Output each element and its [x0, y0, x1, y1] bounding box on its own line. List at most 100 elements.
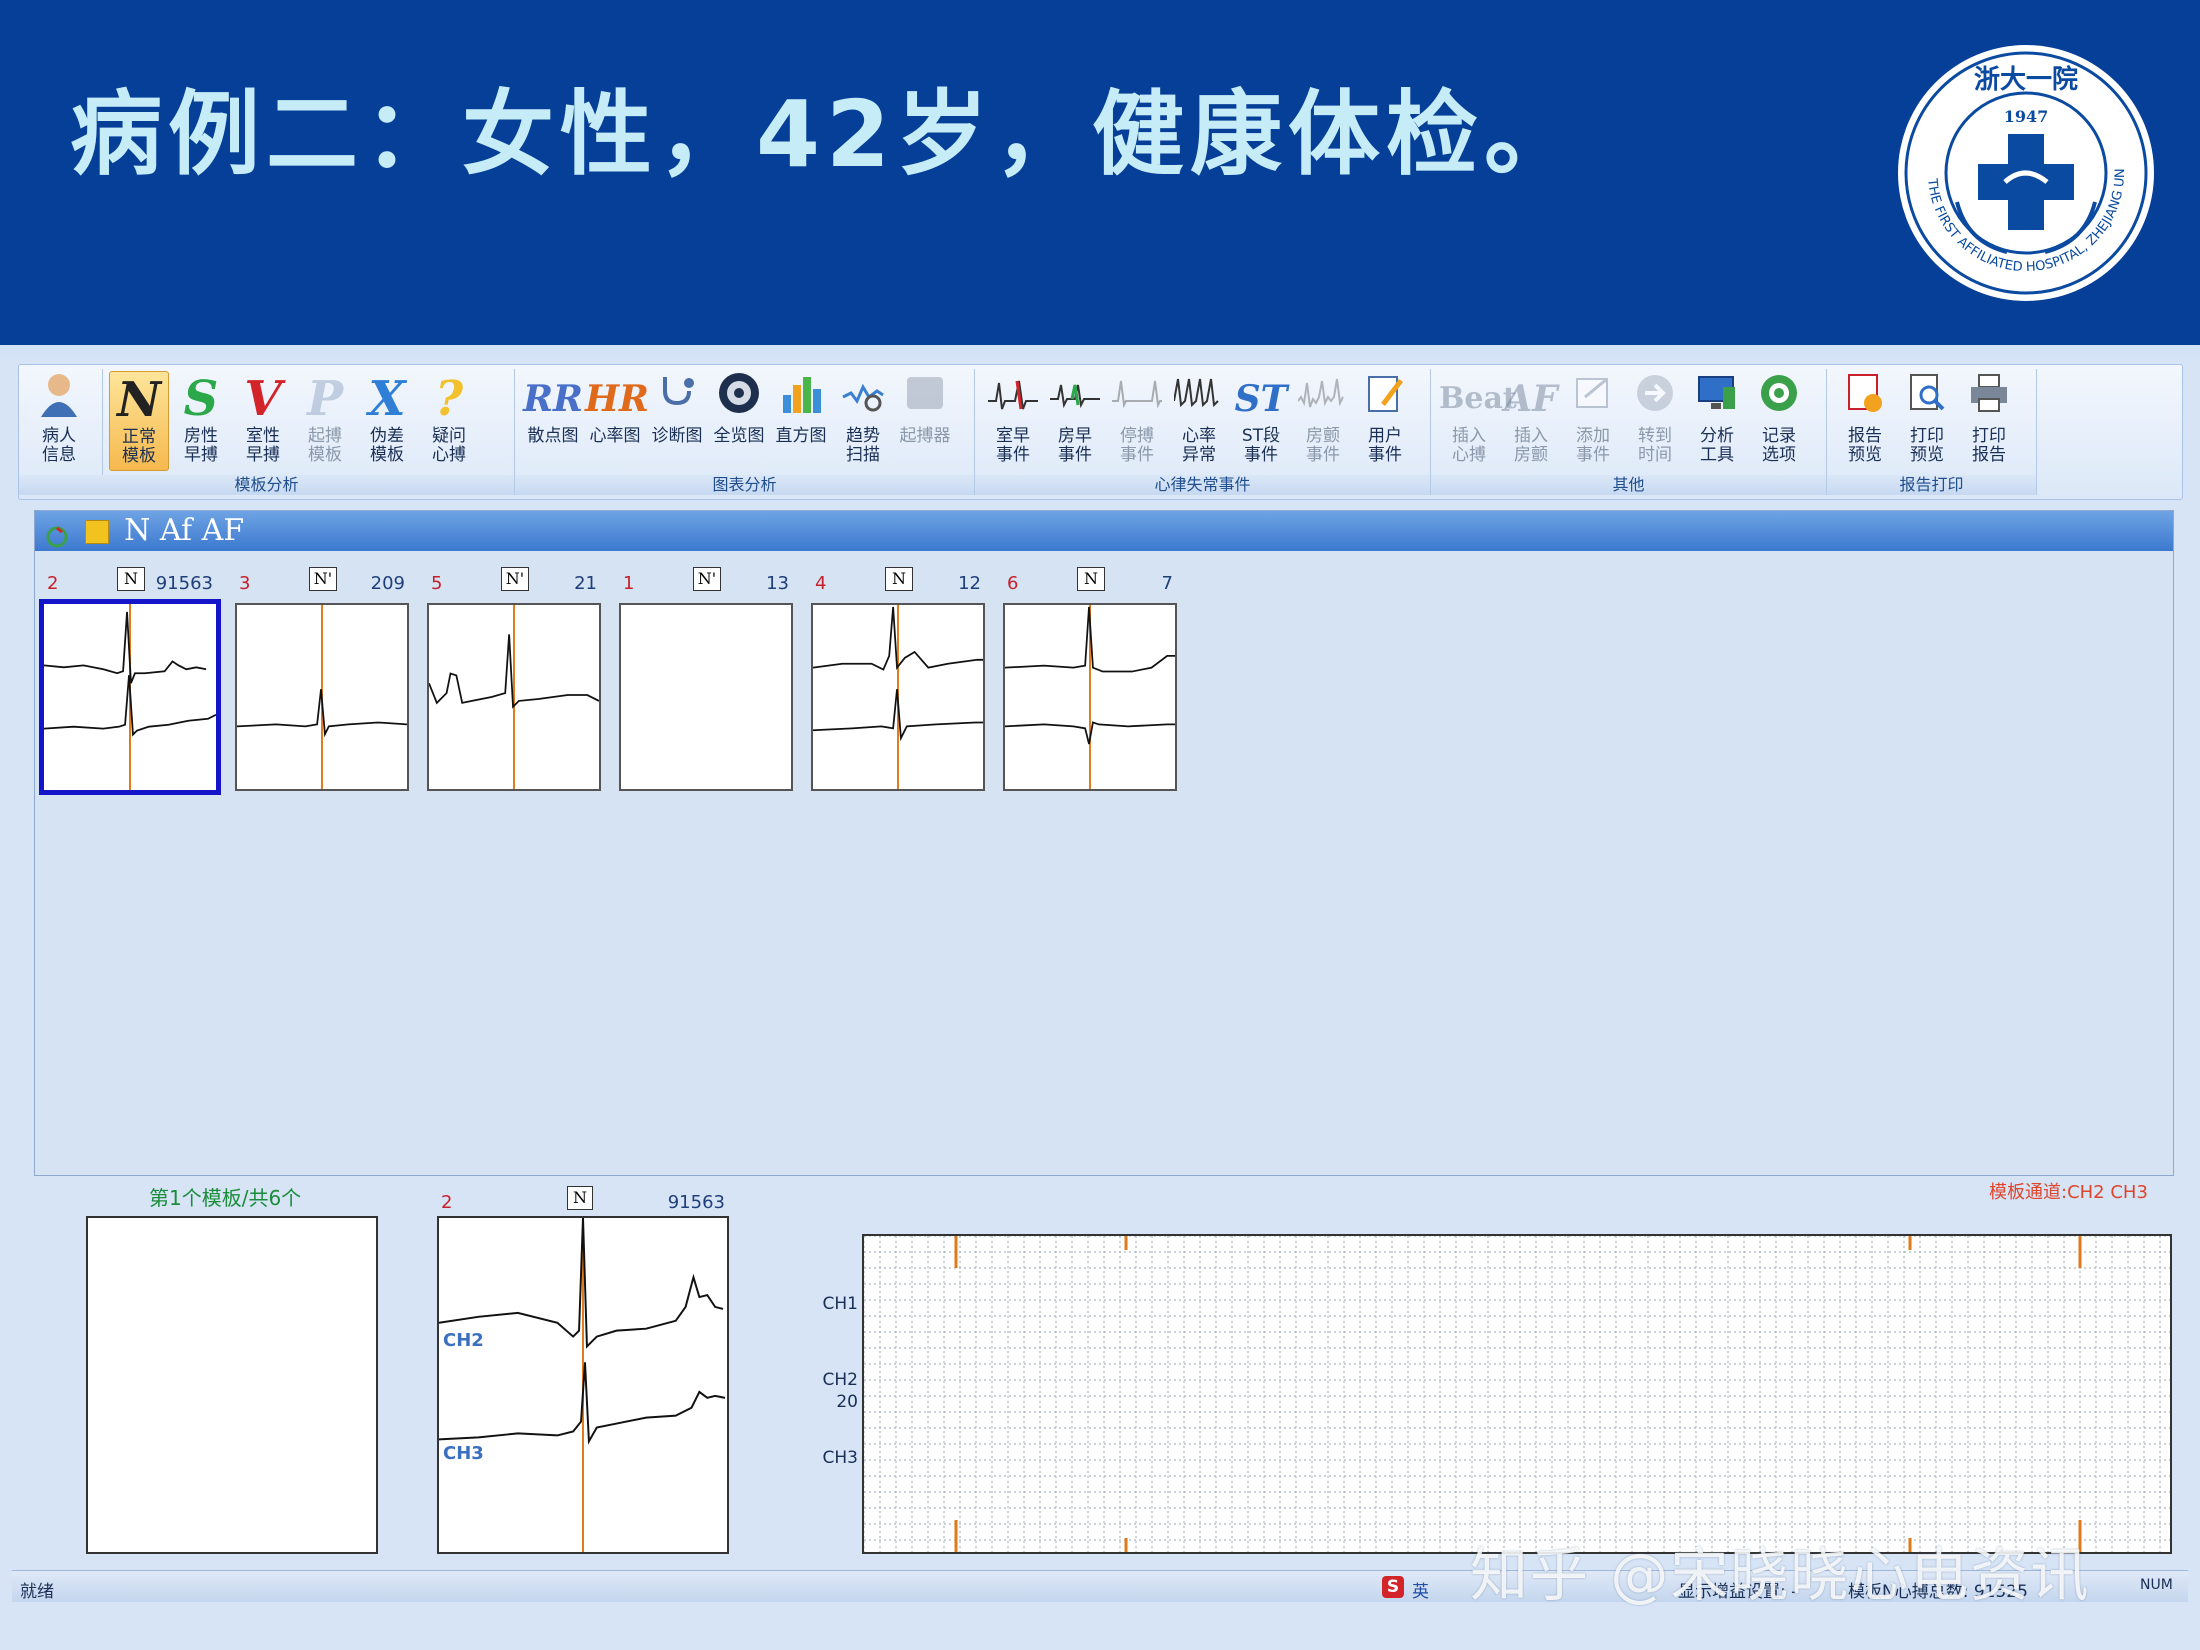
print-preview-button[interactable]: 打印 预览 — [1897, 371, 1957, 471]
template-thumb-1[interactable]: 2 N 91563 — [39, 563, 221, 795]
af-glyph-icon: AF — [1504, 378, 1558, 420]
template-channel-selector[interactable]: 模板通道:CH2 CH3 — [1989, 1178, 2148, 1204]
pause-event-button[interactable]: 停搏 事件 — [1107, 371, 1167, 471]
af-event-button[interactable]: 房颤 事件 — [1293, 371, 1353, 471]
ventricular-event-button[interactable]: 室早 事件 — [983, 371, 1043, 471]
ribbon-toolbar: 病人 信息 N 正常 模板 S 房性 早搏 V 室性 早搏 P 起搏 模板 X — [18, 364, 2183, 500]
analysis-tools-label: 分析 工具 — [1700, 426, 1734, 465]
record-options-label: 记录 选项 — [1762, 426, 1796, 465]
question-glyph-icon: ? — [434, 371, 464, 427]
normal-template-label: 正常 模板 — [122, 427, 156, 466]
template-detail[interactable]: 2 N 91563 CH2 CH3 — [437, 1186, 729, 1556]
histogram-button[interactable]: 直方图 — [771, 371, 831, 471]
questionable-beat-label: 疑问 心搏 — [432, 426, 466, 465]
template-thumb-2[interactable]: 3 N' 209 — [235, 563, 409, 791]
grid-icon[interactable] — [84, 520, 109, 544]
patient-info-label: 病人 信息 — [42, 426, 76, 465]
add-event-button[interactable]: 添加 事件 — [1563, 371, 1623, 471]
slide-header: 病例二：女性，42岁，健康体检。 THE FIRST AFFILIATED HO… — [0, 0, 2200, 345]
diagnosis-chart-button[interactable]: 诊断图 — [647, 371, 707, 471]
template-index: 4 — [815, 573, 827, 594]
template-thumb-3[interactable]: 5 N' 21 — [427, 563, 601, 791]
ventricular-event-label: 室早 事件 — [996, 426, 1030, 465]
st-event-button[interactable]: ST ST段 事件 — [1231, 371, 1291, 471]
st-glyph-icon: ST — [1234, 378, 1288, 420]
st-event-label: ST段 事件 — [1241, 426, 1281, 465]
ventricular-premature-button[interactable]: V 室性 早搏 — [233, 371, 293, 471]
template-index: 3 — [239, 573, 251, 594]
detail-count: 91563 — [667, 1192, 725, 1213]
pacemaker-label: 起搏器 — [899, 426, 951, 446]
print-report-label: 打印 报告 — [1972, 426, 2006, 465]
arrow-right-icon — [1625, 371, 1685, 427]
detail-label: N — [567, 1186, 593, 1210]
s-glyph-icon: S — [183, 371, 219, 427]
hospital-logo: THE FIRST AFFILIATED HOSPITAL, ZHEJIANG … — [1895, 42, 2154, 301]
ecg-grid[interactable] — [862, 1234, 2172, 1554]
pacing-template-button[interactable]: P 起搏 模板 — [295, 371, 355, 471]
detail-index: 2 — [441, 1192, 453, 1213]
scatter-plot-label: 散点图 — [527, 426, 579, 446]
atrial-wave-icon — [1045, 371, 1105, 427]
report-preview-button[interactable]: 报告 预览 — [1835, 371, 1895, 471]
template-waveform — [39, 599, 221, 795]
questionable-beat-button[interactable]: ? 疑问 心搏 — [419, 371, 479, 471]
slide-title: 病例二：女性，42岁，健康体检。 — [70, 81, 1583, 188]
ecg-strip: CH1 CH2 20 CH3 — [810, 1234, 2172, 1554]
atrial-event-button[interactable]: 房早 事件 — [1045, 371, 1105, 471]
group-template-analysis: N 正常 模板 S 房性 早搏 V 室性 早搏 P 起搏 模板 X 伪差 模板 … — [19, 369, 515, 495]
add-event-icon — [1563, 371, 1623, 427]
template-index: 2 — [47, 573, 59, 594]
print-report-button[interactable]: 打印 报告 — [1959, 371, 2019, 471]
group-other: Beat 插入 心搏 AF 插入 房颤 添加 事件 转到 时间 分析 工具 记录… — [1431, 369, 1827, 495]
trend-icon — [833, 371, 893, 427]
rr-glyph-icon: RR — [523, 378, 583, 420]
trend-scan-button[interactable]: 趋势 扫描 — [833, 371, 893, 471]
template-thumb-4[interactable]: 1 N' 13 — [619, 563, 793, 791]
scatter-plot-button[interactable]: RR 散点图 — [523, 371, 583, 471]
template-thumb-6[interactable]: 6 N 7 — [1003, 563, 1177, 791]
refresh-icon[interactable] — [45, 520, 69, 548]
ventricular-premature-label: 室性 早搏 — [246, 426, 280, 465]
overview-chart-button[interactable]: 全览图 — [709, 371, 769, 471]
status-ready: 就绪 — [20, 1582, 54, 1602]
normal-template-button[interactable]: N 正常 模板 — [109, 371, 169, 471]
template-waveform — [811, 603, 985, 791]
record-options-button[interactable]: 记录 选项 — [1749, 371, 1809, 471]
histogram-icon — [771, 371, 831, 427]
template-thumb-5[interactable]: 4 N 12 — [811, 563, 985, 791]
group-arrhythmia-events: 室早 事件 房早 事件 停搏 事件 心率 异常 ST ST段 事件 房颤 事件 — [975, 369, 1431, 495]
heart-rate-chart-button[interactable]: HR 心率图 — [585, 371, 649, 471]
pacemaker-icon — [895, 371, 955, 427]
detail-channel-a: CH2 — [443, 1330, 484, 1351]
template-waveform-empty — [619, 603, 793, 791]
svg-text:浙大一院: 浙大一院 — [1974, 64, 2078, 95]
template-index: 1 — [623, 573, 635, 594]
pause-event-label: 停搏 事件 — [1120, 426, 1154, 465]
pacemaker-button[interactable]: 起搏器 — [895, 371, 955, 471]
p-glyph-icon: P — [306, 371, 344, 427]
group-label-chart: 图表分析 — [515, 475, 974, 495]
patient-info-button[interactable]: 病人 信息 — [29, 371, 89, 471]
goto-time-button[interactable]: 转到 时间 — [1625, 371, 1685, 471]
ventricular-wave-icon — [983, 371, 1043, 427]
insert-beat-button[interactable]: Beat 插入 心搏 — [1439, 371, 1517, 471]
insert-af-button[interactable]: AF 插入 房颤 — [1501, 371, 1561, 471]
af-event-label: 房颤 事件 — [1306, 426, 1340, 465]
atrial-premature-button[interactable]: S 房性 早搏 — [171, 371, 231, 471]
user-event-button[interactable]: 用户 事件 — [1355, 371, 1415, 471]
group-label-report: 报告打印 — [1827, 475, 2036, 495]
group-report-print: 报告 预览 打印 预览 打印 报告 报告打印 — [1827, 369, 2037, 495]
user-event-label: 用户 事件 — [1368, 426, 1402, 465]
strip-label-ch1: CH1 — [822, 1294, 858, 1314]
analysis-tools-button[interactable]: 分析 工具 — [1687, 371, 1747, 471]
heart-rate-abnormal-button[interactable]: 心率 异常 — [1169, 371, 1229, 471]
artifact-template-button[interactable]: X 伪差 模板 — [357, 371, 417, 471]
template-position-caption: 第1个模板/共6个 — [149, 1186, 302, 1210]
template-count: 7 — [1161, 573, 1173, 594]
template-filter-text: N Af AF — [124, 513, 245, 548]
ime-logo-icon[interactable]: S — [1382, 1576, 1404, 1598]
ime-language[interactable]: 英 — [1412, 1577, 1429, 1602]
pacing-template-label: 起搏 模板 — [308, 426, 342, 465]
ecg-application: 病人 信息 N 正常 模板 S 房性 早搏 V 室性 早搏 P 起搏 模板 X — [0, 358, 2200, 1650]
